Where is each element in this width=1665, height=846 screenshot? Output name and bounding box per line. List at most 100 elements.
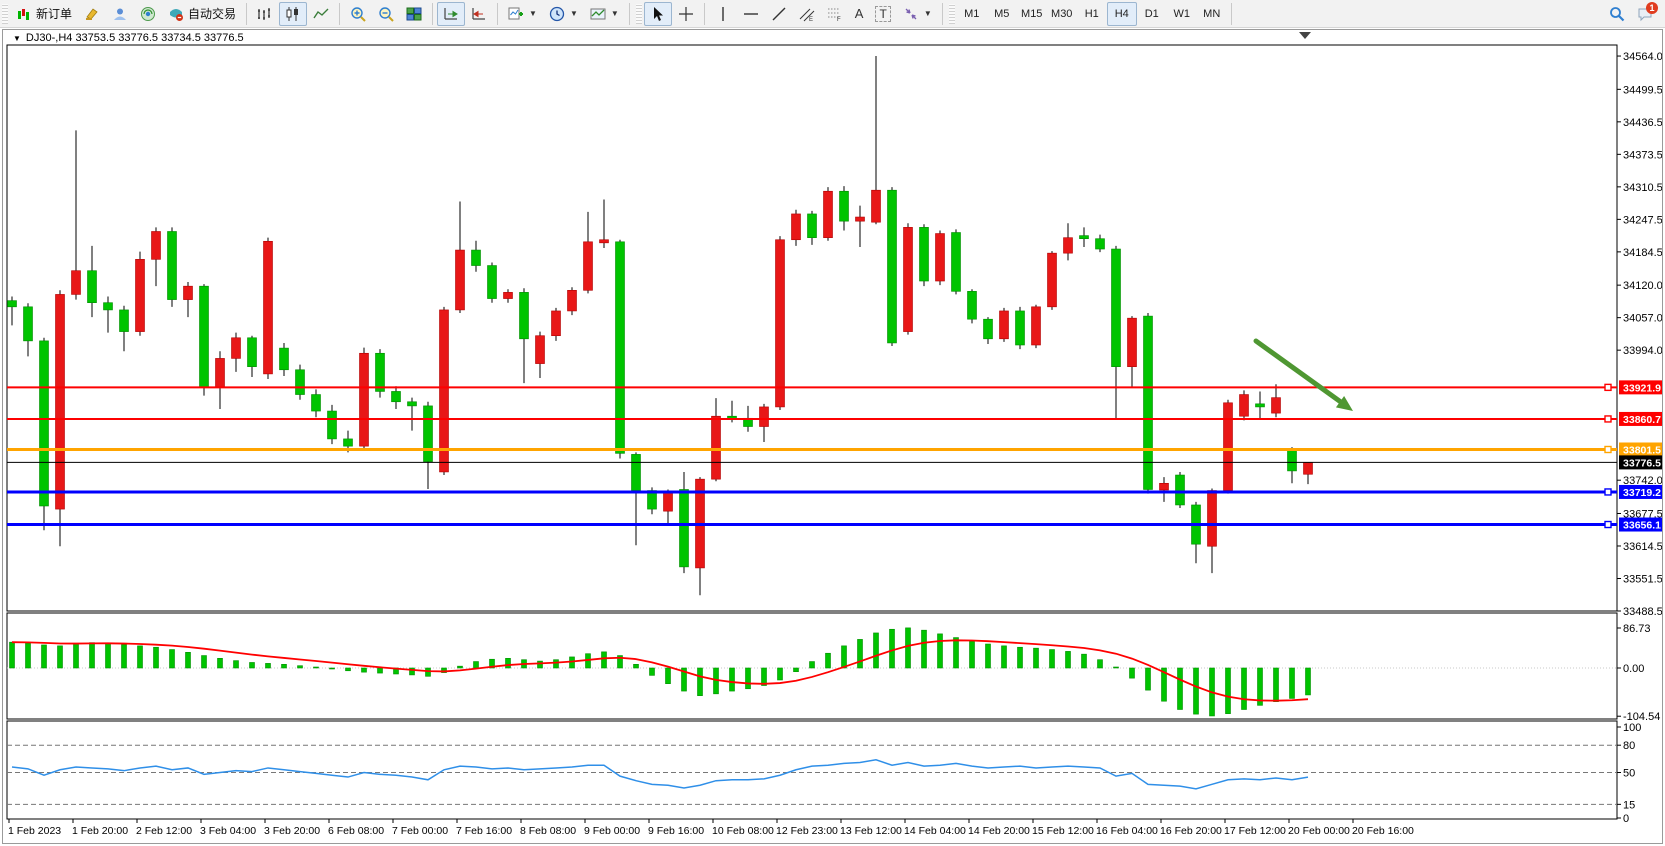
time-axis[interactable]: 1 Feb 20231 Feb 20:002 Feb 12:003 Feb 04… bbox=[8, 819, 1414, 837]
crosshair-tool-button[interactable] bbox=[672, 2, 700, 26]
timeframe-button-m15[interactable]: M15 bbox=[1017, 2, 1047, 26]
tile-windows-button[interactable] bbox=[400, 2, 428, 26]
bear-candle bbox=[840, 191, 849, 221]
macd-bar bbox=[1034, 648, 1039, 668]
bear-candle bbox=[952, 233, 961, 292]
zoom-in-button[interactable] bbox=[344, 2, 372, 26]
timeframe-button-m1[interactable]: M1 bbox=[957, 2, 987, 26]
time-tick-label: 1 Feb 2023 bbox=[8, 825, 61, 837]
bull-candle bbox=[776, 240, 785, 407]
macd-bar bbox=[1002, 646, 1007, 668]
time-tick-label: 15 Feb 12:00 bbox=[1032, 825, 1094, 837]
toolbar-separator bbox=[339, 3, 340, 25]
timeframe-button-w1[interactable]: W1 bbox=[1167, 2, 1197, 26]
toolbar-drag-handle[interactable] bbox=[636, 4, 642, 24]
macd-bar bbox=[138, 646, 143, 668]
new-order-button[interactable]: 新订单 bbox=[10, 2, 78, 26]
arrows-icon bbox=[903, 6, 919, 22]
bull-candle bbox=[456, 250, 465, 310]
timeframe-button-h4[interactable]: H4 bbox=[1107, 2, 1137, 26]
price-tick-label: 34057.0 bbox=[1623, 313, 1662, 325]
bull-candle bbox=[1240, 395, 1249, 417]
channel-tool-button[interactable]: E bbox=[793, 2, 821, 26]
time-tick-label: 7 Feb 00:00 bbox=[392, 825, 448, 837]
trendline-tool-button[interactable] bbox=[765, 2, 793, 26]
timeframe-button-h1[interactable]: H1 bbox=[1077, 2, 1107, 26]
toolbar-drag-handle[interactable] bbox=[949, 4, 955, 24]
macd-bar bbox=[1146, 668, 1151, 690]
bear-candle bbox=[1144, 316, 1153, 489]
macd-bar bbox=[890, 629, 895, 668]
macd-bar bbox=[234, 661, 239, 668]
auto-trading-button[interactable]: 自动交易 bbox=[162, 2, 242, 26]
svg-text:E: E bbox=[809, 17, 813, 22]
bear-candle bbox=[312, 395, 321, 412]
bear-candle bbox=[344, 439, 353, 446]
chart-shift-button[interactable] bbox=[465, 2, 493, 26]
line-chart-icon bbox=[313, 6, 329, 22]
macd-bar bbox=[1306, 668, 1311, 695]
timeframe-button-d1[interactable]: D1 bbox=[1137, 2, 1167, 26]
price-tick-label: 34436.5 bbox=[1623, 117, 1662, 129]
label-tool-button[interactable]: T bbox=[869, 2, 896, 26]
bull-candle bbox=[152, 231, 161, 259]
macd-bar bbox=[1114, 667, 1119, 668]
bear-candle bbox=[1256, 404, 1265, 407]
macd-bar bbox=[730, 668, 735, 691]
new-order-icon bbox=[16, 6, 32, 22]
candlestick-chart-button[interactable] bbox=[279, 2, 307, 26]
macd-bar bbox=[1194, 668, 1199, 714]
bear-candle bbox=[920, 227, 929, 281]
bear-candle bbox=[296, 370, 305, 395]
zoom-in-icon bbox=[350, 6, 366, 22]
bear-candle bbox=[472, 250, 481, 265]
auto-scroll-button[interactable] bbox=[437, 2, 465, 26]
template-button[interactable]: ▼ bbox=[584, 2, 625, 26]
svg-text:F: F bbox=[837, 17, 841, 22]
bear-candle bbox=[1176, 475, 1185, 505]
horizontal-line-tool-button[interactable] bbox=[737, 2, 765, 26]
bear-candle bbox=[120, 310, 129, 332]
timeframe-button-m30[interactable]: M30 bbox=[1047, 2, 1077, 26]
zoom-out-button[interactable] bbox=[372, 2, 400, 26]
macd-bar bbox=[250, 662, 255, 668]
text-tool-button[interactable]: A bbox=[849, 2, 870, 26]
search-button[interactable] bbox=[1603, 2, 1631, 26]
macd-bar bbox=[602, 652, 607, 668]
cursor-tool-button[interactable] bbox=[644, 2, 672, 26]
chart-shift-icon bbox=[471, 6, 487, 22]
notifications-button[interactable]: 1 bbox=[1631, 2, 1659, 26]
market-watch-button[interactable] bbox=[134, 2, 162, 26]
arrows-tool-button[interactable]: ▼ bbox=[897, 2, 938, 26]
price-chart-canvas[interactable]: 33921.933860.733801.533719.233656.133776… bbox=[3, 30, 1662, 843]
period-button[interactable]: ▼ bbox=[543, 2, 584, 26]
dropdown-arrow-icon: ▼ bbox=[924, 9, 932, 18]
highlight-tool-button[interactable] bbox=[78, 2, 106, 26]
macd-bar bbox=[1242, 668, 1247, 710]
bear-candle bbox=[24, 307, 33, 341]
chart-shift-marker-icon[interactable] bbox=[1299, 32, 1311, 39]
timeframe-button-mn[interactable]: MN bbox=[1197, 2, 1227, 26]
macd-bar bbox=[378, 668, 383, 673]
line-chart-button[interactable] bbox=[307, 2, 335, 26]
bar-chart-button[interactable] bbox=[251, 2, 279, 26]
bear-candle bbox=[168, 231, 177, 299]
time-tick-label: 8 Feb 08:00 bbox=[520, 825, 576, 837]
auto-trading-label: 自动交易 bbox=[188, 5, 236, 22]
macd-bar bbox=[266, 663, 271, 668]
time-tick-label: 16 Feb 20:00 bbox=[1160, 825, 1222, 837]
new-chart-button[interactable]: ▼ bbox=[502, 2, 543, 26]
time-tick-label: 1 Feb 20:00 bbox=[72, 825, 128, 837]
toolbar-drag-handle[interactable] bbox=[2, 4, 8, 24]
bear-candle bbox=[1288, 450, 1297, 471]
text-tool-icon: A bbox=[855, 6, 864, 21]
vertical-line-tool-button[interactable] bbox=[709, 2, 737, 26]
profiles-button[interactable] bbox=[106, 2, 134, 26]
price-axis[interactable]: 34564.034499.534436.534373.534310.534247… bbox=[1617, 51, 1662, 618]
macd-bar bbox=[170, 650, 175, 668]
bear-candle bbox=[408, 402, 417, 406]
price-tick-label: 34184.5 bbox=[1623, 247, 1662, 259]
timeframe-button-m5[interactable]: M5 bbox=[987, 2, 1017, 26]
bear-candle bbox=[888, 190, 897, 343]
fibonacci-tool-button[interactable]: F bbox=[821, 2, 849, 26]
